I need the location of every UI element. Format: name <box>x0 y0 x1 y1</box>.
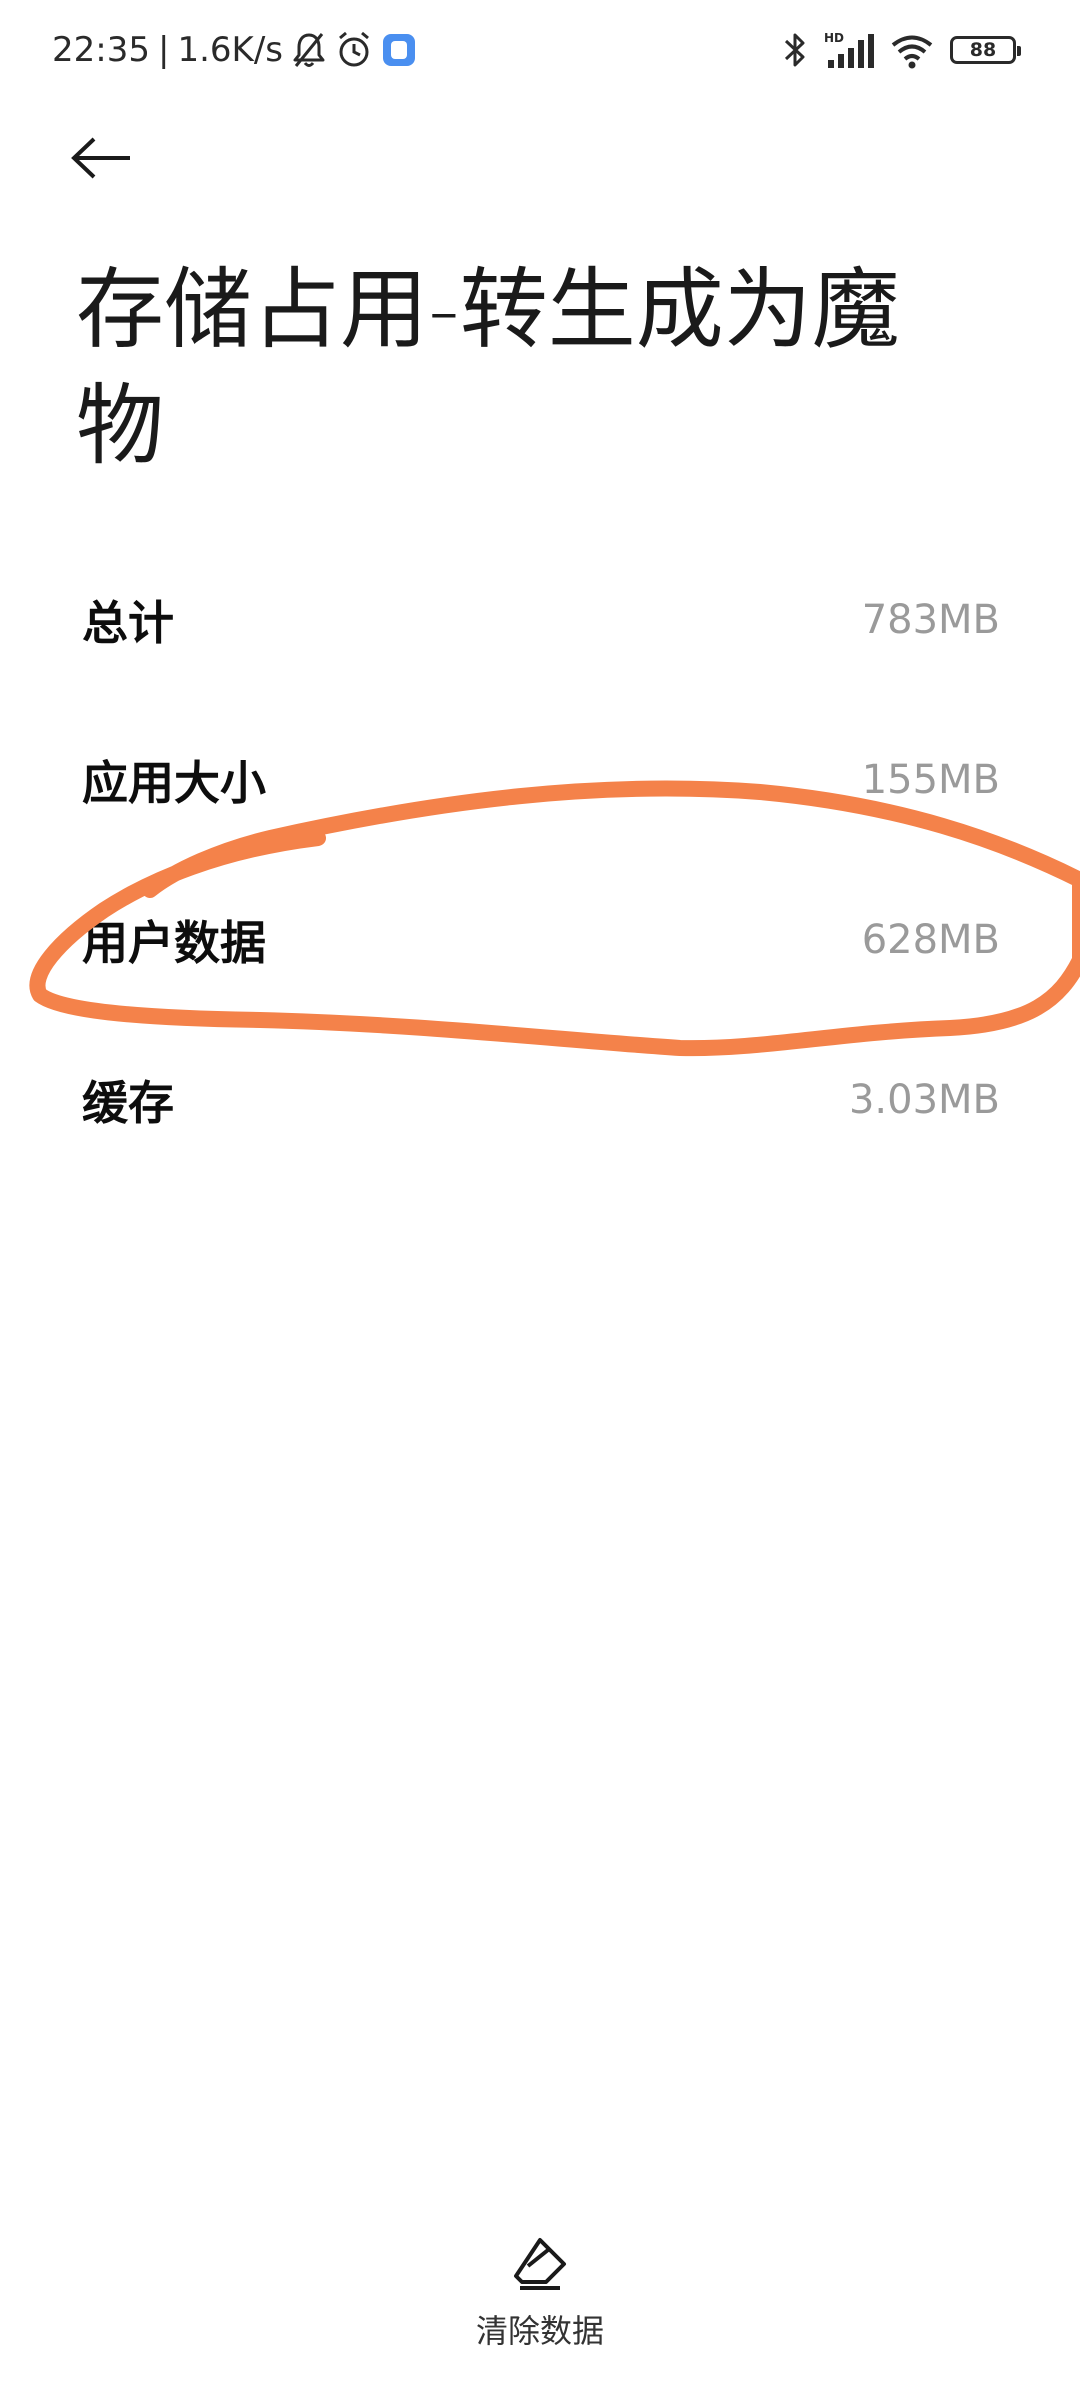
storage-label-total: 总计 <box>82 596 174 650</box>
status-separator: | <box>157 30 170 70</box>
arrow-left-icon <box>70 136 134 184</box>
status-time: 22:35 <box>52 30 150 70</box>
battery-icon: 88 <box>950 36 1021 64</box>
alarm-icon <box>335 30 373 70</box>
clear-data-button[interactable]: 清除数据 <box>440 2236 640 2356</box>
storage-row-cache: 缓存 3.03MB <box>0 1020 1080 1180</box>
storage-value-cache: 3.03MB <box>848 1077 1000 1123</box>
storage-row-total: 总计 783MB <box>0 540 1080 700</box>
storage-row-user-data: 用户数据 628MB <box>0 860 1080 1020</box>
storage-value-app-size: 155MB <box>861 757 1000 803</box>
storage-label-app-size: 应用大小 <box>82 756 266 810</box>
eraser-icon <box>510 2236 570 2296</box>
hd-label: HD <box>824 31 844 45</box>
hd-signal-icon: HD <box>824 30 874 70</box>
storage-value-user-data: 628MB <box>861 917 1000 963</box>
battery-level: 88 <box>969 38 997 61</box>
storage-label-user-data: 用户数据 <box>82 916 266 970</box>
storage-label-cache: 缓存 <box>82 1076 174 1130</box>
status-left: 22:35 | 1.6K/s <box>52 24 417 76</box>
status-right: HD 88 <box>782 24 1021 76</box>
storage-row-app-size: 应用大小 155MB <box>0 700 1080 860</box>
clear-data-label: 清除数据 <box>475 2312 604 2350</box>
app-notification-icon <box>381 32 417 68</box>
status-bar: 22:35 | 1.6K/s HD 88 <box>0 0 1080 100</box>
wifi-icon <box>890 30 934 70</box>
bell-off-icon <box>291 30 327 70</box>
network-speed: 1.6K/s <box>177 30 283 70</box>
bluetooth-icon <box>782 30 808 70</box>
page-title: 存储占用-转生成为魔物 <box>76 258 900 477</box>
storage-list: 总计 783MB 应用大小 155MB 用户数据 628MB 缓存 3.03MB <box>0 540 1080 1180</box>
storage-value-total: 783MB <box>861 597 1000 643</box>
back-button[interactable] <box>70 128 150 192</box>
